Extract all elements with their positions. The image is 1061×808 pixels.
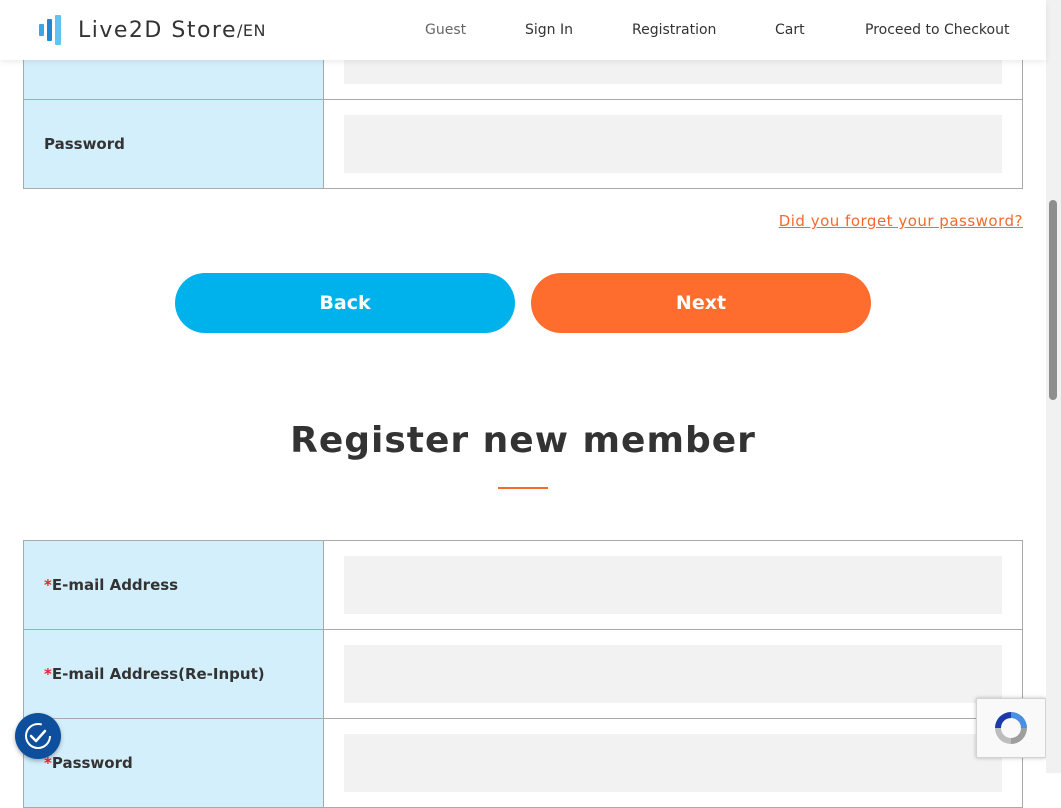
- logo-text: Live2D Store: [78, 17, 238, 43]
- register-email-reinput-row: * E-mail Address(Re-Input): [24, 630, 1022, 719]
- register-password-input[interactable]: [344, 734, 1002, 792]
- required-mark: *: [44, 665, 52, 683]
- nav-guest: Guest: [425, 22, 467, 38]
- nav-cart-link[interactable]: Cart: [775, 0, 805, 60]
- register-password-row: * Password: [24, 719, 1022, 808]
- site-logo[interactable]: Live2D Store /EN: [38, 14, 266, 46]
- register-email-row: * E-mail Address: [24, 541, 1022, 630]
- register-email-cell: [324, 541, 1022, 629]
- login-password-cell: [324, 100, 1022, 188]
- register-email-reinput-label-text: E-mail Address(Re-Input): [51, 665, 265, 683]
- login-password-input[interactable]: [344, 115, 1002, 173]
- register-email-reinput-label: * E-mail Address(Re-Input): [24, 630, 324, 718]
- recaptcha-icon: [995, 712, 1027, 744]
- accessibility-icon: [25, 723, 51, 749]
- nav-sign-in-link[interactable]: Sign In: [525, 0, 573, 60]
- register-form-table: * E-mail Address * E-mail Address(Re-Input…: [23, 540, 1023, 808]
- register-section-title: Register new member: [290, 420, 756, 461]
- register-email-input[interactable]: [344, 556, 1002, 614]
- login-password-row: Password: [24, 100, 1022, 189]
- accessibility-button[interactable]: [15, 713, 61, 759]
- logo-suffix: /EN: [237, 20, 266, 40]
- forgot-password-link[interactable]: Did you forget your password?: [779, 212, 1023, 230]
- register-password-cell: [324, 719, 1022, 807]
- site-header: Live2D Store /EN Guest Sign In Registrat…: [0, 0, 1046, 60]
- register-email-label: * E-mail Address: [24, 541, 324, 629]
- required-mark: *: [44, 576, 52, 594]
- register-email-reinput-input[interactable]: [344, 645, 1002, 703]
- title-underline: [498, 487, 548, 489]
- next-button[interactable]: Next: [531, 273, 871, 333]
- back-button[interactable]: Back: [175, 273, 515, 333]
- live2d-logo-icon: [39, 15, 61, 45]
- login-password-label: Password: [24, 100, 324, 188]
- nav-registration-link[interactable]: Registration: [632, 0, 716, 60]
- recaptcha-badge[interactable]: [976, 698, 1046, 758]
- scrollbar-thumb[interactable]: [1049, 200, 1057, 400]
- page-scrollbar[interactable]: [1046, 0, 1061, 773]
- register-email-label-text: E-mail Address: [51, 576, 179, 594]
- nav-checkout-link[interactable]: Proceed to Checkout: [865, 0, 1009, 60]
- register-email-reinput-cell: [324, 630, 1022, 718]
- register-password-label-text: Password: [51, 754, 133, 772]
- register-password-label: * Password: [24, 719, 324, 807]
